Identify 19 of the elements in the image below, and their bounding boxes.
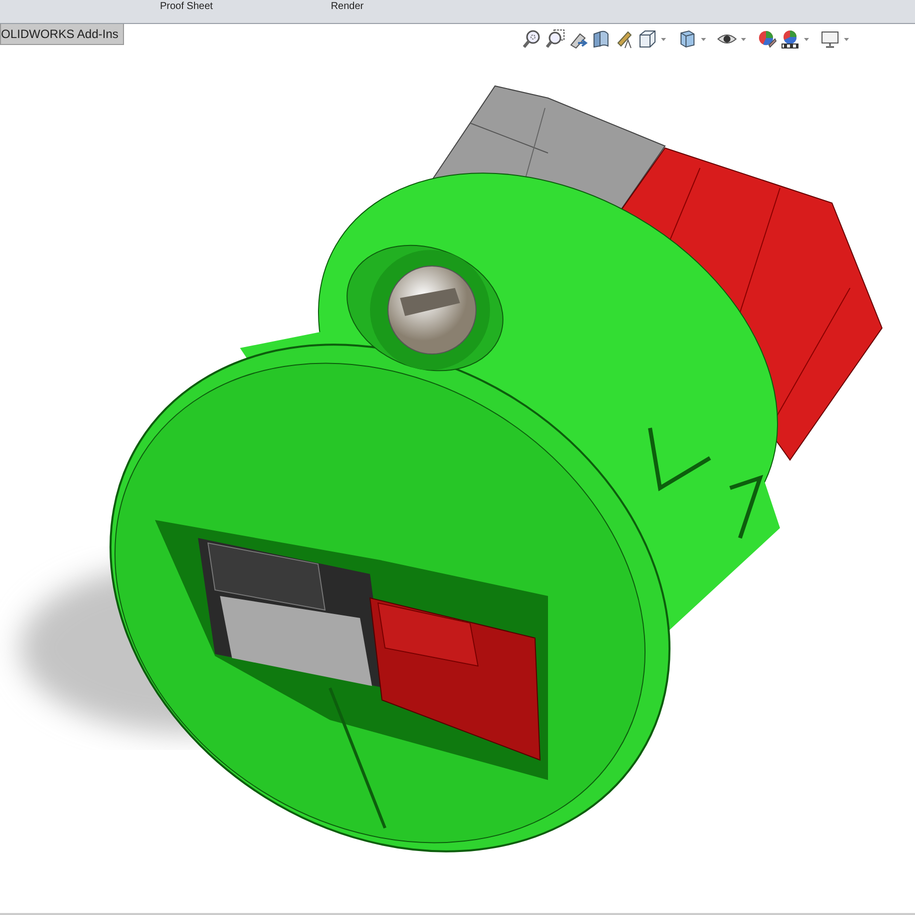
scene-ball-icon [780,29,800,49]
caret-icon [661,38,666,40]
section-view-icon [591,29,611,49]
color-ball-icon [757,29,777,49]
magnifier-button[interactable] [522,29,542,49]
monitor-icon [820,29,840,49]
caret-icon [701,38,706,40]
box-icon [637,29,657,49]
caret-icon [844,38,849,40]
section-view-button[interactable] [591,29,611,49]
magnifier-icon [545,29,565,49]
tab[interactable]: OLIDWORKS Add-Ins [0,24,124,45]
ribbon-label[interactable]: Render [330,0,364,13]
caret-icon [804,38,809,40]
magnifier-icon [522,29,542,49]
ribbon-label[interactable]: Proof Sheet [160,0,213,13]
magnifier-button[interactable] [545,29,565,49]
color-ball-button[interactable] [757,29,777,49]
caret-icon [741,38,746,40]
